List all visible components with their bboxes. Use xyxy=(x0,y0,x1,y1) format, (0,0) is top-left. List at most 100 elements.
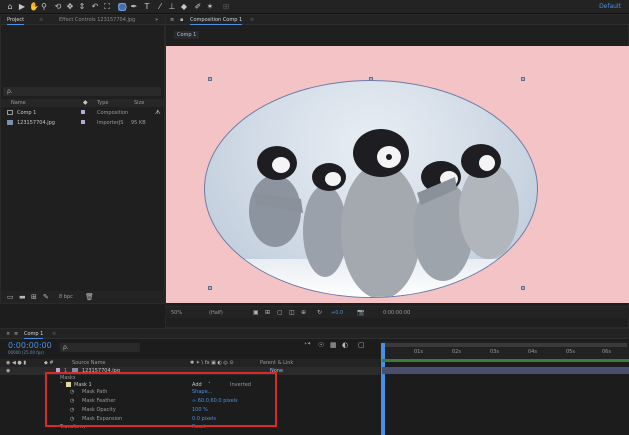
transparency-grid-icon[interactable]: ⊞ xyxy=(265,309,270,316)
column-source-name[interactable]: Source Name xyxy=(72,360,106,366)
grid-guides-icon[interactable]: ◫ xyxy=(289,309,295,316)
magnification-select[interactable]: 50% xyxy=(171,310,182,316)
timeline-tabbar: × ≡ Comp 1 ≡ xyxy=(0,329,629,339)
ruler-tick: 01s xyxy=(414,349,423,355)
pan-tool-icon[interactable]: ✥ xyxy=(66,3,74,11)
mask-visibility-icon[interactable]: ▢ xyxy=(277,309,283,316)
composition-footer: 50% (Half) ▣ ⊞ ▢ ◫ ⊕ ↻ +0.0 📷 0:00:00:00 xyxy=(165,306,629,318)
visibility-icon[interactable]: ◉ xyxy=(6,368,10,374)
playhead[interactable] xyxy=(381,343,385,435)
shy-layers-icon[interactable]: ☉ xyxy=(318,341,324,349)
composition-icon xyxy=(7,110,13,115)
panel-menu-icon[interactable]: » xyxy=(155,17,158,23)
project-search-input[interactable]: ρ. xyxy=(3,87,161,96)
av-features-icon: ◉ ◀ ● ▮ xyxy=(6,360,27,366)
trash-icon[interactable]: 🗑 xyxy=(85,293,94,301)
clone-stamp-icon[interactable]: ⊥ xyxy=(168,3,176,11)
rotate-tool-icon[interactable]: ↶ xyxy=(91,3,99,11)
lock-icon[interactable]: ▪ xyxy=(180,17,183,23)
workspace-label[interactable]: Default xyxy=(599,3,621,10)
menu-icon[interactable]: ≡ xyxy=(14,331,18,337)
roto-brush-icon[interactable]: ✐ xyxy=(194,3,202,11)
motion-blur-icon[interactable]: ◐ xyxy=(342,341,348,349)
list-item[interactable]: 123157704.jpg ImporterJS 95 KB xyxy=(7,119,160,127)
timeline-timecode[interactable]: 0:00:00:00 xyxy=(8,341,52,350)
mask-properties-highlight xyxy=(45,372,277,427)
graph-editor-icon[interactable]: ▢ xyxy=(358,341,365,349)
comp-navigator-tab[interactable]: Comp 1 xyxy=(174,31,200,39)
tab-menu-icon[interactable]: ≡ xyxy=(250,17,254,23)
ruler-tick: 05s xyxy=(566,349,575,355)
new-folder-icon[interactable]: ▬ xyxy=(19,293,26,301)
project-tabbar: Project ≡ Effect Controls 123157704.jpg … xyxy=(1,15,166,25)
draft-3d-icon[interactable]: ⁺⁴ xyxy=(304,341,311,349)
work-area-bar[interactable] xyxy=(382,343,627,347)
column-size[interactable]: Size xyxy=(134,100,144,106)
ruler-tick: 04s xyxy=(528,349,537,355)
ruler-tick: 03s xyxy=(490,349,499,355)
time-ruler[interactable]: 01s 02s 03s 04s 05s 06s xyxy=(380,341,629,361)
new-comp-icon[interactable]: ⊞ xyxy=(31,293,37,301)
close-icon[interactable]: ≡ xyxy=(39,17,43,23)
brush-tool-icon[interactable]: ⁄ xyxy=(156,3,164,11)
puppet-tool-icon[interactable]: ✶ xyxy=(206,3,214,11)
ruler-tick: 06s xyxy=(602,349,611,355)
frame-blending-icon[interactable]: ▦ xyxy=(330,341,337,349)
resolution-select[interactable]: (Half) xyxy=(209,310,223,316)
orbit-tool-icon[interactable]: ⟲ xyxy=(54,3,62,11)
zoom-tool-icon[interactable]: ⚲ xyxy=(40,3,48,11)
penguin-image xyxy=(249,129,519,297)
tab-menu-icon[interactable]: ≡ xyxy=(52,331,56,337)
home-icon[interactable]: ⌂ xyxy=(6,3,14,11)
interpret-footage-icon[interactable]: ▭ xyxy=(7,293,14,301)
search-icon: ρ. xyxy=(7,88,13,95)
pan-behind-icon[interactable]: ⛶ xyxy=(103,3,111,11)
project-columns-header: Name ◆ Type Size xyxy=(1,99,166,107)
pen-tool-icon[interactable]: ✒ xyxy=(130,3,138,11)
hand-tool-icon[interactable]: ✋ xyxy=(29,3,39,11)
frame-rate: 00000 (25.00 fps) xyxy=(8,350,44,355)
menu-icon[interactable]: ≡ xyxy=(170,17,174,23)
tab-composition[interactable]: Composition Comp 1 xyxy=(190,17,243,25)
label-color-icon xyxy=(81,120,85,124)
dolly-tool-icon[interactable]: ⇕ xyxy=(78,3,86,11)
column-type[interactable]: Type xyxy=(97,100,108,106)
project-settings-icon[interactable]: ✎ xyxy=(43,293,49,301)
snapshot-icon[interactable]: 📷 xyxy=(357,309,364,316)
eraser-tool-icon[interactable]: ◆ xyxy=(180,3,188,11)
close-icon[interactable]: × xyxy=(6,331,10,337)
ellipse-tool-icon[interactable]: ◯ xyxy=(118,3,127,11)
search-icon: ρ. xyxy=(63,344,69,351)
bit-depth[interactable]: 8 bpc xyxy=(59,294,73,300)
reset-exposure-icon[interactable]: ↻ xyxy=(317,309,322,316)
tab-effect-controls[interactable]: Effect Controls 123157704.jpg xyxy=(59,17,135,23)
render-bar xyxy=(382,359,629,362)
list-item[interactable]: Comp 1 Composition ᗑ xyxy=(7,109,161,117)
layer-bar[interactable] xyxy=(382,367,629,374)
channel-icon[interactable]: ⊕ xyxy=(301,309,306,316)
ruler-tick: 02s xyxy=(452,349,461,355)
type-tool-icon[interactable]: T xyxy=(143,3,151,11)
exposure-value[interactable]: +0.0 xyxy=(331,310,343,316)
masked-footage[interactable] xyxy=(204,80,538,298)
current-time-display[interactable]: 0:00:00:00 xyxy=(383,310,410,316)
tools-toolbar: ⌂ ▶ ✋ ⚲ ⟲ ✥ ⇕ ↶ ⛶ ◯ ✒ T ⁄ ⊥ ◆ ✐ ✶ ⊞ Defa… xyxy=(0,0,629,14)
switches-icon: ✱ ✶ \ fx ▣ ◐ ◎ ⊙ xyxy=(190,360,234,366)
label-column-icon: ◆ # xyxy=(44,360,54,366)
project-panel: Project ≡ Effect Controls 123157704.jpg … xyxy=(0,14,166,304)
selection-tool-icon[interactable]: ▶ xyxy=(18,3,26,11)
column-name[interactable]: Name xyxy=(11,100,26,106)
tab-project[interactable]: Project xyxy=(7,17,25,25)
timeline-column-header: ◉ ◀ ● ▮ ◆ # Source Name ✱ ✶ \ fx ▣ ◐ ◎ ⊙… xyxy=(0,359,380,367)
label-color-icon xyxy=(81,110,85,114)
image-file-icon xyxy=(7,120,13,125)
penguin-chicks-illustration xyxy=(249,129,519,297)
column-parent-link[interactable]: Parent & Link xyxy=(260,360,293,366)
flowchart-icon[interactable]: ᗑ xyxy=(155,109,161,117)
composition-tabbar: ≡ ▪ Composition Comp 1 ≡ xyxy=(166,15,629,25)
label-tag-icon: ◆ xyxy=(83,99,88,106)
timeline-search-input[interactable]: ρ. xyxy=(60,343,140,352)
region-of-interest-icon[interactable]: ▣ xyxy=(253,309,259,316)
tab-timeline-comp[interactable]: Comp 1 xyxy=(24,331,44,339)
snapping-icon[interactable]: ⊞ xyxy=(222,3,230,11)
